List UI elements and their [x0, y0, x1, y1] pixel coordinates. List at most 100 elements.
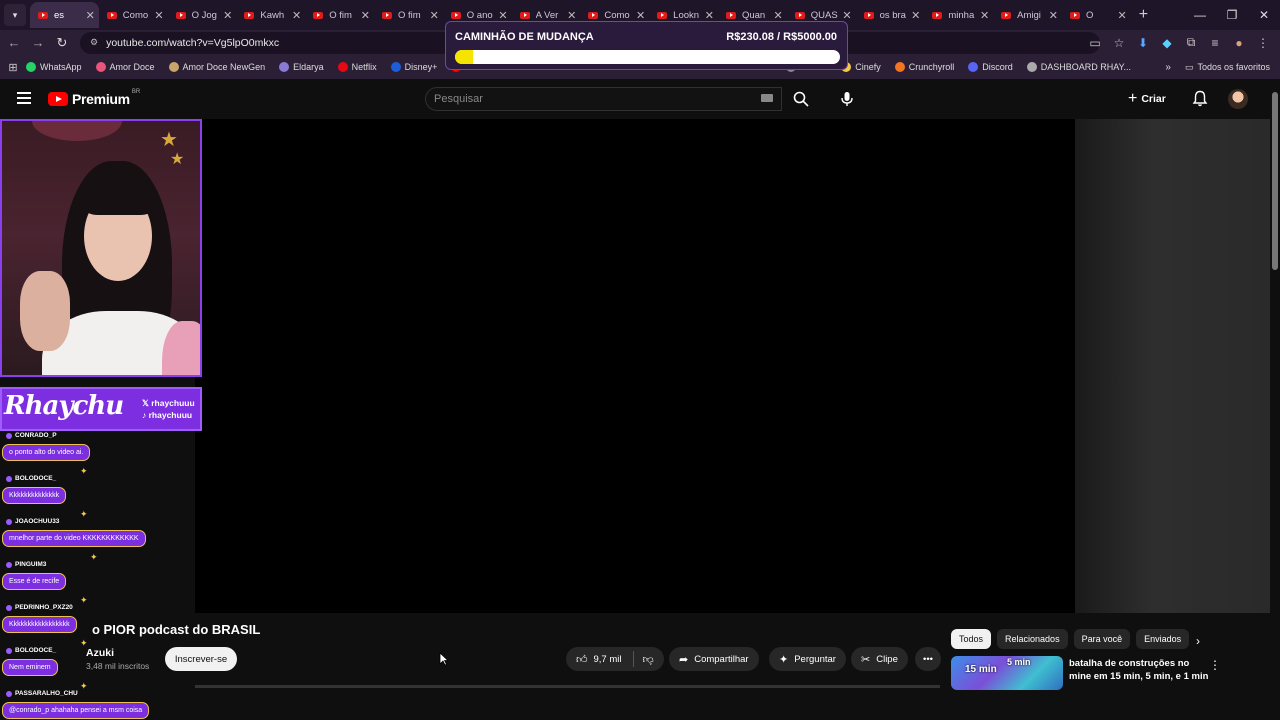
tab-search-button[interactable]: ▾ — [4, 4, 26, 26]
bookmark-item[interactable]: Netflix — [337, 62, 377, 72]
tab-title: minha — [948, 9, 975, 21]
clip-button[interactable]: ✂ Clipe — [851, 647, 908, 671]
youtube-favicon-icon — [1001, 11, 1012, 19]
youtube-play-icon — [48, 92, 68, 106]
search-placeholder: Pesquisar — [434, 93, 483, 105]
subscriber-count: 3,48 mil inscritos — [86, 661, 150, 671]
close-tab-icon[interactable]: ✕ — [498, 9, 507, 22]
youtube-logo[interactable]: Premium BR — [48, 89, 140, 107]
dislike-button[interactable]: 👎︎ — [642, 653, 663, 666]
bookmark-star-icon[interactable]: ☆ — [1112, 36, 1126, 50]
close-tab-icon[interactable]: ✕ — [430, 9, 439, 22]
bookmark-item[interactable]: Crunchyroll — [894, 62, 954, 72]
notifications-button[interactable] — [1192, 90, 1208, 112]
chat-text: o ponto alto do video ai. — [2, 444, 91, 461]
scrollbar-thumb[interactable] — [1272, 92, 1278, 270]
bookmark-item[interactable]: WhatsApp — [26, 62, 82, 72]
recommendation-chips: Todos Relacionados Para você Enviados — [951, 629, 1195, 649]
bookmark-item[interactable]: Discord — [968, 62, 1013, 72]
account-avatar[interactable] — [1228, 89, 1248, 109]
apps-icon[interactable]: ⊞ — [0, 61, 26, 74]
close-tab-icon[interactable]: ✕ — [774, 9, 783, 22]
close-tab-icon[interactable]: ✕ — [1118, 9, 1127, 22]
more-bookmarks-icon[interactable]: » — [1165, 62, 1171, 73]
close-tab-icon[interactable]: ✕ — [567, 9, 576, 22]
recommendation-title[interactable]: batalha de construções no mine em 15 min… — [1069, 657, 1209, 683]
tab-title: O Jog — [191, 9, 217, 21]
filter-chip[interactable]: Relacionados — [997, 629, 1068, 649]
profile-avatar-icon[interactable]: ● — [1232, 36, 1246, 50]
site-info-icon[interactable]: ⚙ — [90, 37, 98, 48]
filter-chip[interactable]: Todos — [951, 629, 992, 649]
browser-tab[interactable]: Kawh ✕ — [236, 2, 305, 28]
forward-button[interactable]: → — [26, 35, 50, 50]
browser-tab[interactable]: os bra ✕ — [856, 2, 925, 28]
search-button[interactable] — [786, 87, 816, 111]
tab-title: A Ver — [535, 9, 559, 21]
minimize-button[interactable]: — — [1184, 8, 1216, 22]
close-tab-icon[interactable]: ✕ — [1049, 9, 1058, 22]
browser-tab[interactable]: Como ✕ — [99, 2, 168, 28]
close-tab-icon[interactable]: ✕ — [636, 9, 645, 22]
like-count: 9,7 mil — [593, 653, 622, 665]
close-tab-icon[interactable]: ✕ — [911, 9, 920, 22]
video-player[interactable] — [195, 119, 1075, 613]
bookmark-item[interactable]: Amor Doce — [95, 62, 155, 72]
search-icon — [793, 91, 809, 107]
more-actions-button[interactable]: ••• — [915, 647, 941, 671]
close-tab-icon[interactable]: ✕ — [705, 9, 714, 22]
close-window-button[interactable]: ✕ — [1248, 8, 1280, 22]
browser-tab[interactable]: O Jog ✕ — [168, 2, 237, 28]
close-tab-icon[interactable]: ✕ — [86, 9, 95, 22]
youtube-favicon-icon — [1069, 11, 1080, 19]
filter-chip[interactable]: Enviados — [1136, 629, 1190, 649]
share-button[interactable]: ➦ Compartilhar — [669, 647, 759, 671]
close-tab-icon[interactable]: ✕ — [154, 9, 163, 22]
like-button[interactable]: 👍︎ 9,7 mil — [566, 653, 625, 666]
media-icon[interactable]: ≡ — [1208, 36, 1222, 50]
browser-tab[interactable]: es ✕ — [30, 2, 99, 28]
bookmark-item[interactable]: DASHBOARD RHAY... — [1026, 62, 1131, 72]
bookmark-item[interactable]: Disney+ — [390, 62, 437, 72]
search-input[interactable]: Pesquisar — [425, 87, 782, 111]
subscribe-button[interactable]: Inscrever-se — [165, 647, 237, 671]
youtube-favicon-icon — [175, 11, 186, 19]
menu-hamburger-icon[interactable] — [17, 92, 31, 104]
browser-tab[interactable]: Amigi ✕ — [993, 2, 1062, 28]
close-tab-icon[interactable]: ✕ — [361, 9, 370, 22]
channel-name[interactable]: Azuki — [86, 647, 114, 659]
keyboard-icon[interactable] — [761, 94, 773, 102]
bookmark-item[interactable]: Eldarya — [279, 62, 324, 72]
browser-tab[interactable]: O fim ✕ — [305, 2, 374, 28]
bookmark-item[interactable]: Amor Doce NewGen — [168, 62, 265, 72]
extensions-icon[interactable]: ⧉ — [1184, 35, 1198, 50]
create-button[interactable]: + Criar — [1128, 89, 1166, 109]
new-tab-button[interactable]: + — [1139, 6, 1148, 24]
thumbs-up-icon: 👍︎ — [576, 653, 588, 666]
voice-search-button[interactable] — [834, 87, 860, 111]
thumbnail-badge: 5 min — [1007, 657, 1031, 667]
close-tab-icon[interactable]: ✕ — [292, 9, 301, 22]
browser-tab[interactable]: O ✕ — [1062, 2, 1131, 28]
cast-icon[interactable]: ▭ — [1088, 36, 1102, 50]
youtube-favicon-icon — [863, 11, 874, 19]
chat-username-row: BOLODOCE_ — [2, 645, 58, 656]
recommendation-menu-icon[interactable]: ⋮ — [1209, 658, 1221, 672]
browser-tab[interactable]: O fim ✕ — [374, 2, 443, 28]
maximize-button[interactable]: ❐ — [1216, 8, 1248, 22]
extension-gem-icon[interactable]: ◆ — [1160, 36, 1174, 50]
filter-chip[interactable]: Para você — [1073, 629, 1131, 649]
back-button[interactable]: ← — [2, 35, 26, 50]
menu-icon[interactable]: ⋮ — [1256, 36, 1270, 50]
x-handle: rhaychuuu — [151, 398, 195, 408]
close-tab-icon[interactable]: ✕ — [223, 9, 232, 22]
browser-tab[interactable]: minha ✕ — [924, 2, 993, 28]
recommendation-thumbnail[interactable]: 15 min 5 min — [951, 656, 1063, 690]
reload-button[interactable]: ↻ — [50, 35, 74, 51]
chips-next-icon[interactable]: › — [1196, 634, 1200, 648]
ask-button[interactable]: ✦ Perguntar — [769, 647, 846, 671]
close-tab-icon[interactable]: ✕ — [842, 9, 851, 22]
download-icon[interactable]: ⬇ — [1136, 36, 1150, 50]
all-favorites-link[interactable]: Todos os favoritos — [1197, 62, 1270, 72]
close-tab-icon[interactable]: ✕ — [980, 9, 989, 22]
